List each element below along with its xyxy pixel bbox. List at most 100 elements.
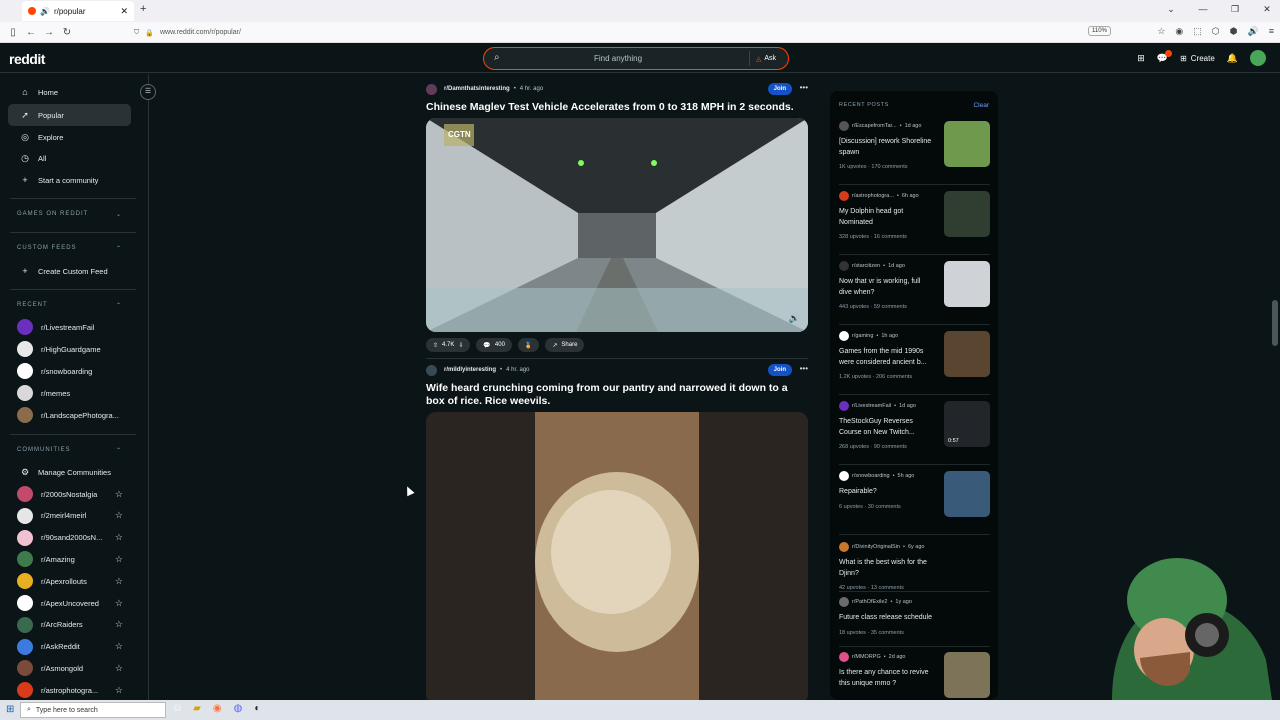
reddit-logo[interactable]: reddit: [9, 51, 45, 67]
recent-post-title[interactable]: TheStockGuy Reverses Course on New Twitc…: [839, 417, 935, 438]
chat-icon[interactable]: 💬: [1157, 49, 1173, 64]
recent-post-subreddit[interactable]: r/PathOfExile2: [852, 599, 887, 605]
search-input[interactable]: Find anything: [484, 54, 752, 63]
recent-post-title[interactable]: Now that vr is working, full dive when?: [839, 277, 935, 298]
subreddit-link[interactable]: r/Damnthatsinteresting: [444, 86, 510, 92]
close-tab-icon[interactable]: ✕: [120, 6, 128, 17]
page-scrollbar[interactable]: [1272, 300, 1278, 346]
recent-post-title[interactable]: Games from the mid 1990s were considered…: [839, 347, 935, 368]
upvote-icon[interactable]: ⇧: [433, 342, 438, 349]
recent-item[interactable]: r/LivestreamFail: [8, 316, 131, 338]
avatar[interactable]: [1250, 50, 1266, 66]
speaker-icon[interactable]: 🔊: [1248, 26, 1259, 37]
recent-section-header[interactable]: RECENT ⌃: [17, 302, 122, 309]
recent-post-thumbnail[interactable]: [944, 261, 990, 307]
more-options-icon[interactable]: •••: [800, 83, 808, 92]
custom-feeds-section-header[interactable]: CUSTOM FEEDS ⌃: [17, 245, 122, 252]
ask-button[interactable]: ◬ Ask: [748, 51, 782, 66]
subreddit-link[interactable]: r/mildlyinteresting: [444, 367, 496, 373]
sidebar-toggle-icon[interactable]: ▯: [4, 27, 22, 38]
bell-icon[interactable]: 🔔: [1227, 53, 1238, 64]
minimize-icon[interactable]: —: [1198, 4, 1208, 15]
taskbar-search[interactable]: ⌕ Type here to search: [20, 702, 166, 718]
taskbar-search-input[interactable]: Type here to search: [36, 707, 98, 714]
volume-icon[interactable]: 🔊: [789, 313, 800, 324]
manage-communities[interactable]: ⚙ Manage Communities: [8, 461, 131, 483]
recent-post-subreddit[interactable]: r/EscapefromTar...: [852, 123, 897, 129]
maximize-icon[interactable]: ❐: [1230, 4, 1240, 15]
address-bar[interactable]: ⛉ 🔒 www.reddit.com/r/popular/: [134, 25, 1079, 40]
collapse-sidebar-button[interactable]: ☰: [140, 84, 156, 100]
extension-icon[interactable]: ⬡: [1212, 26, 1220, 37]
menu-icon[interactable]: ≡: [1269, 26, 1274, 37]
favorite-star-icon[interactable]: ☆: [115, 685, 123, 696]
community-item[interactable]: r/Amazing ☆: [8, 548, 131, 570]
recent-post-subreddit[interactable]: r/snowboarding: [852, 473, 890, 479]
favorite-star-icon[interactable]: ☆: [115, 510, 123, 521]
join-button[interactable]: Join: [767, 83, 792, 95]
feed-post[interactable]: r/mildlyinteresting • 4 hr. ago Join •••…: [426, 364, 808, 704]
join-button[interactable]: Join: [767, 364, 792, 376]
windows-start-icon[interactable]: ⊞: [6, 704, 14, 715]
games-section-header[interactable]: GAMES ON REDDIT ⌄: [17, 211, 122, 218]
post-video[interactable]: CGTN 🔊: [426, 118, 808, 332]
community-item[interactable]: r/ApexUncovered ☆: [8, 592, 131, 614]
search-bar[interactable]: ⌕ Find anything ◬ Ask: [483, 47, 789, 70]
sidebar-item-home[interactable]: ⌂ Home: [8, 81, 131, 103]
recent-post-title[interactable]: Future class release schedule: [839, 613, 935, 624]
recent-post-subreddit[interactable]: r/DivinityOriginalSin: [852, 544, 900, 550]
favorite-star-icon[interactable]: ☆: [115, 641, 123, 652]
recent-post[interactable]: r/gaming • 1h ago Games from the mid 1990s …: [839, 331, 990, 380]
recent-post[interactable]: r/MMORPG • 2d ago Is there any chance to re…: [839, 652, 990, 698]
bookmark-star-icon[interactable]: ☆: [1157, 26, 1165, 37]
extension-icon[interactable]: ◉: [1175, 26, 1183, 37]
reload-icon[interactable]: ↻: [58, 27, 76, 38]
forward-icon[interactable]: →: [40, 27, 58, 38]
feed-post[interactable]: r/Damnthatsinteresting • 4 hr. ago Join …: [426, 83, 808, 352]
recent-item[interactable]: r/HighGuardgame: [8, 338, 131, 360]
zoom-level[interactable]: 110%: [1088, 26, 1111, 36]
recent-item[interactable]: r/LandscapePhotogra...: [8, 404, 131, 426]
recent-post-subreddit[interactable]: r/starcitizen: [852, 263, 880, 269]
favorite-star-icon[interactable]: ☆: [115, 598, 123, 609]
favorite-star-icon[interactable]: ☆: [115, 532, 123, 543]
close-window-icon[interactable]: ✕: [1262, 4, 1272, 15]
recent-item[interactable]: r/snowboarding: [8, 360, 131, 382]
post-title[interactable]: Chinese Maglev Test Vehicle Accelerates …: [426, 101, 808, 114]
browser-tab[interactable]: 🔊 r/popular ✕: [22, 1, 134, 21]
recent-post[interactable]: r/starcitizen • 1d ago Now that vr is worki…: [839, 261, 990, 310]
recent-post[interactable]: r/LivestreamFail • 1d ago TheStockGuy Rever…: [839, 401, 990, 450]
community-item[interactable]: r/AskReddit ☆: [8, 636, 131, 658]
favorite-star-icon[interactable]: ☆: [115, 489, 123, 500]
community-item[interactable]: r/2000sNostalgia ☆: [8, 483, 131, 505]
sidebar-item-start-community[interactable]: + Start a community: [8, 169, 131, 191]
sidebar-item-all[interactable]: ◷ All: [8, 147, 131, 169]
chevron-down-icon[interactable]: ⌄: [1166, 4, 1176, 15]
sidebar-item-explore[interactable]: ◎ Explore: [8, 126, 131, 148]
community-item[interactable]: r/ArcRaiders ☆: [8, 614, 131, 636]
recent-post-title[interactable]: Is there any chance to revive this uniqu…: [839, 668, 935, 689]
more-options-icon[interactable]: •••: [800, 364, 808, 373]
recent-post-subreddit[interactable]: r/astrophotogra...: [852, 193, 894, 199]
recent-post[interactable]: r/astrophotogra... • 6h ago My Dolphin head…: [839, 191, 990, 240]
recent-post-thumbnail[interactable]: [944, 191, 990, 237]
recent-item[interactable]: r/memes: [8, 382, 131, 404]
back-icon[interactable]: ←: [22, 27, 40, 38]
community-item[interactable]: r/90sand2000sN... ☆: [8, 527, 131, 549]
sidebar-item-popular[interactable]: ➚ Popular: [8, 104, 131, 126]
extension-icon[interactable]: ⬚: [1193, 26, 1202, 37]
create-button[interactable]: ⊞ Create: [1180, 54, 1215, 63]
new-tab-icon[interactable]: +: [140, 3, 146, 15]
clear-button[interactable]: Clear: [973, 102, 989, 109]
recent-post-title[interactable]: Repairable?: [839, 487, 935, 498]
post-title[interactable]: Wife heard crunching coming from our pan…: [426, 382, 808, 408]
recent-post-title[interactable]: My Dolphin head got Nominated: [839, 207, 935, 228]
recent-post-subreddit[interactable]: r/gaming: [852, 333, 873, 339]
extension-icon[interactable]: ⬢: [1230, 26, 1238, 37]
task-view-icon[interactable]: ⧉: [174, 703, 181, 714]
recent-post-thumbnail[interactable]: [944, 331, 990, 377]
file-explorer-icon[interactable]: ▰: [193, 703, 201, 714]
recent-post[interactable]: r/snowboarding • 5h ago Repairable? 6 upvote…: [839, 471, 990, 517]
favorite-star-icon[interactable]: ☆: [115, 576, 123, 587]
favorite-star-icon[interactable]: ☆: [115, 554, 123, 565]
